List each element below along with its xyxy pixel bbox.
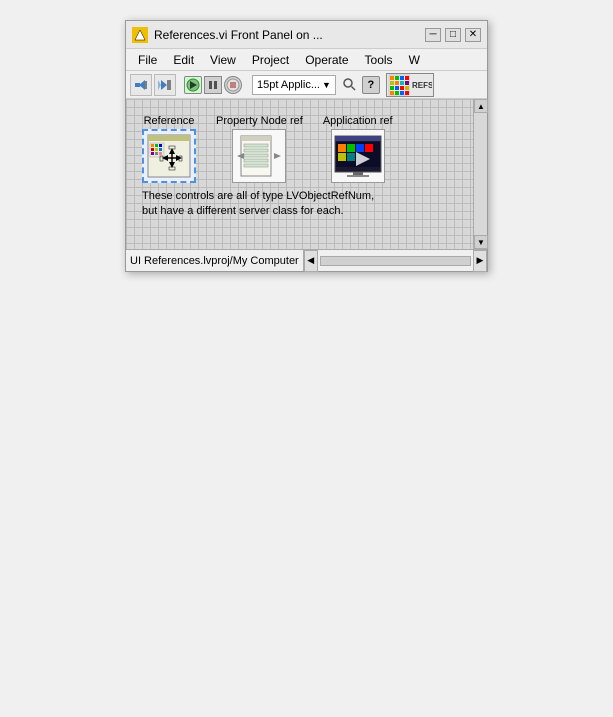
menu-tools[interactable]: Tools xyxy=(357,51,401,69)
window-controls: ─ □ ✕ xyxy=(425,28,481,42)
pause-button[interactable] xyxy=(204,76,222,94)
toolbar: 15pt Applic... ▼ ? xyxy=(126,71,487,99)
horizontal-scrollbar: ◀ ▶ xyxy=(304,250,487,271)
minimize-button[interactable]: ─ xyxy=(425,28,441,42)
menu-project[interactable]: Project xyxy=(244,51,297,69)
scrollbar-vertical: ▲ ▼ xyxy=(473,99,487,249)
svg-text:REFS: REFS xyxy=(412,81,432,90)
reference-label: Reference xyxy=(144,115,195,127)
menu-view[interactable]: View xyxy=(202,51,244,69)
description-text: These controls are all of type LVObjectR… xyxy=(134,187,469,228)
menu-w[interactable]: W xyxy=(401,51,428,69)
reference-control-group: Reference xyxy=(142,115,196,183)
application-ref-label: Application ref xyxy=(323,115,393,127)
help-button[interactable]: ? xyxy=(362,76,380,94)
menu-operate[interactable]: Operate xyxy=(297,51,356,69)
abort-button[interactable] xyxy=(224,76,242,94)
status-bar: UI References.lvproj/My Computer ◀ ▶ xyxy=(126,249,487,271)
property-node-label: Property Node ref xyxy=(216,115,303,127)
back-button[interactable] xyxy=(130,74,152,96)
h-scroll-track[interactable] xyxy=(320,256,471,266)
reference-icon xyxy=(146,133,192,179)
magnify-button[interactable] xyxy=(340,75,360,95)
menu-edit[interactable]: Edit xyxy=(165,51,202,69)
application-ref-control[interactable] xyxy=(331,129,385,183)
property-node-control-group: Property Node ref xyxy=(216,115,303,183)
controls-row: Reference xyxy=(134,107,469,187)
zoom-label: 15pt Applic... xyxy=(257,79,320,91)
window-title: References.vi Front Panel on ... xyxy=(154,28,425,42)
main-window: References.vi Front Panel on ... ─ □ ✕ F… xyxy=(125,20,488,272)
step-button[interactable] xyxy=(154,74,176,96)
run-button[interactable] xyxy=(184,76,202,94)
panel-area: Reference xyxy=(126,99,487,249)
zoom-dropdown-arrow[interactable]: ▼ xyxy=(320,80,331,90)
refs-box: REFS xyxy=(386,73,434,97)
maximize-button[interactable]: □ xyxy=(445,28,461,42)
property-node-control[interactable] xyxy=(232,129,286,183)
scroll-left-button[interactable]: ◀ xyxy=(304,250,318,272)
description-line2: but have a different server class for ea… xyxy=(142,204,461,219)
application-ref-control-group: Application ref xyxy=(323,115,393,183)
description-line1: These controls are all of type LVObjectR… xyxy=(142,189,461,204)
scroll-track xyxy=(474,113,487,235)
reference-control[interactable] xyxy=(142,129,196,183)
close-button[interactable]: ✕ xyxy=(465,28,481,42)
scroll-down-button[interactable]: ▼ xyxy=(474,235,488,249)
scroll-right-button[interactable]: ▶ xyxy=(473,250,487,272)
status-path: UI References.lvproj/My Computer xyxy=(126,250,304,271)
title-bar: References.vi Front Panel on ... ─ □ ✕ xyxy=(126,21,487,49)
menu-bar: File Edit View Project Operate Tools W xyxy=(126,49,487,71)
app-icon xyxy=(132,27,148,43)
zoom-selector[interactable]: 15pt Applic... ▼ xyxy=(252,75,336,95)
scroll-up-button[interactable]: ▲ xyxy=(474,99,488,113)
menu-file[interactable]: File xyxy=(130,51,165,69)
